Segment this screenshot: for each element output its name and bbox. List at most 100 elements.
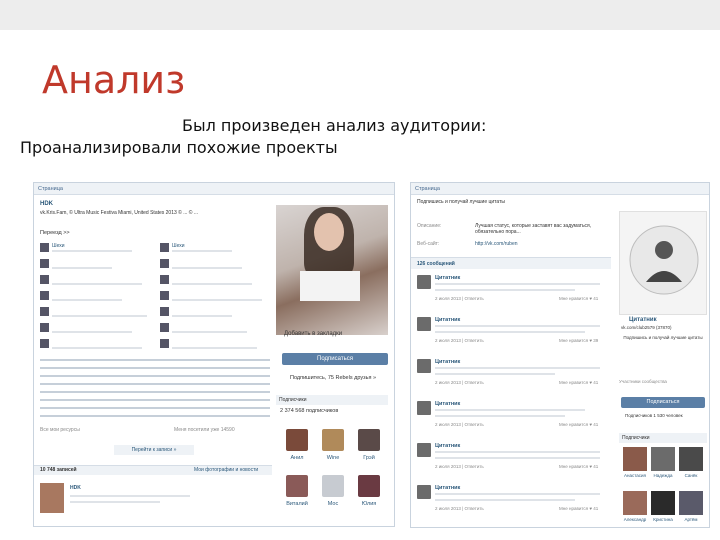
- subscriber-avatar[interactable]: [358, 475, 380, 497]
- feed-avatar[interactable]: [160, 323, 169, 332]
- post-likes[interactable]: Мне нравится ♥ 39: [559, 338, 598, 343]
- post-avatar[interactable]: [417, 317, 431, 331]
- post-title[interactable]: Цитатник: [435, 401, 460, 407]
- subscriber-name[interactable]: Грэй: [354, 455, 384, 461]
- list-band: [40, 407, 270, 409]
- side-count: Подписчиков 1 530 человек: [625, 413, 683, 418]
- subscriber-avatar[interactable]: [322, 429, 344, 451]
- community-label: Участники сообщества: [619, 379, 667, 384]
- member-name[interactable]: Артём: [676, 517, 706, 522]
- subscriber-avatar[interactable]: [358, 429, 380, 451]
- subscriber-name[interactable]: Мос: [318, 501, 348, 507]
- feed-avatar[interactable]: [40, 339, 49, 348]
- slide-top-bar: [0, 0, 720, 30]
- footer-resources[interactable]: Все мои ресурсы: [40, 427, 80, 433]
- footer-stats: Меня посетили уже 14590: [174, 427, 235, 433]
- member-name[interactable]: Александр: [620, 517, 650, 522]
- side-subscribe-button[interactable]: Подписаться: [621, 397, 705, 408]
- post-title[interactable]: Цитатник: [435, 485, 460, 491]
- wall-count: 10 748 записей: [40, 467, 77, 473]
- member-name[interactable]: Надежда: [648, 473, 678, 478]
- member-avatar[interactable]: [623, 447, 647, 471]
- post-likes[interactable]: Мне нравится ♥ 41: [559, 422, 598, 427]
- group-avatar-icon: [629, 225, 699, 295]
- post-likes[interactable]: Мне нравится ♥ 41: [559, 506, 598, 511]
- member-name[interactable]: Анастасия: [620, 473, 650, 478]
- post-likes[interactable]: Мне нравится ♥ 41: [559, 296, 598, 301]
- feed-avatar[interactable]: [40, 243, 49, 252]
- post-date[interactable]: 2 июля 2013 | Ответить: [435, 338, 484, 343]
- member-avatar[interactable]: [623, 491, 647, 515]
- post-avatar[interactable]: [40, 483, 64, 513]
- post-avatar[interactable]: [417, 443, 431, 457]
- say-hello-link[interactable]: Переезд >>: [40, 230, 70, 236]
- wall-link[interactable]: Мои фотографии и новости: [194, 467, 258, 473]
- photo-face: [314, 213, 344, 251]
- subscriber-name[interactable]: Виталий: [282, 501, 312, 507]
- profile-photo[interactable]: [276, 205, 388, 335]
- post-date[interactable]: 2 июля 2013 | Ответить: [435, 380, 484, 385]
- post-avatar[interactable]: [417, 275, 431, 289]
- more-posts-button[interactable]: Перейти к записи »: [114, 445, 194, 455]
- post-date[interactable]: 2 июля 2013 | Ответить: [435, 296, 484, 301]
- feed-avatar[interactable]: [40, 323, 49, 332]
- post-text: [70, 501, 160, 503]
- member-avatar[interactable]: [679, 491, 703, 515]
- subscriber-name[interactable]: Юлия: [354, 501, 384, 507]
- post-author[interactable]: HDK: [70, 485, 81, 491]
- post-date[interactable]: 2 июля 2013 | Ответить: [435, 422, 484, 427]
- subscribe-button[interactable]: Подписаться: [282, 353, 388, 365]
- subscriber-avatar[interactable]: [322, 475, 344, 497]
- member-name[interactable]: Санёк: [676, 473, 706, 478]
- list-band: [40, 415, 270, 417]
- feed-avatar[interactable]: [40, 259, 49, 268]
- feed-text: [52, 299, 122, 301]
- feed-avatar[interactable]: [160, 259, 169, 268]
- group-avatar-frame[interactable]: [619, 211, 707, 315]
- feed-avatar[interactable]: [160, 291, 169, 300]
- post-avatar[interactable]: [417, 359, 431, 373]
- feed-text: [52, 267, 112, 269]
- post-title[interactable]: Цитатник: [435, 275, 460, 281]
- page-name[interactable]: HDK: [40, 201, 53, 207]
- add-bookmark-link[interactable]: Добавить в закладки: [284, 331, 342, 337]
- subscriber-avatar[interactable]: [286, 429, 308, 451]
- slide-subtitle-audience: Был произведен анализ аудитории:: [182, 116, 487, 135]
- post-text: [70, 495, 190, 497]
- feed-avatar[interactable]: [160, 275, 169, 284]
- subscriber-avatar[interactable]: [286, 475, 308, 497]
- description-label: Описание:: [417, 223, 442, 229]
- post-text: [435, 367, 600, 369]
- feed-avatar[interactable]: [40, 307, 49, 316]
- subscriber-name[interactable]: Wine: [318, 455, 348, 461]
- feed-text: [52, 331, 132, 333]
- members-label[interactable]: Подписчики: [619, 433, 707, 443]
- post-likes[interactable]: Мне нравится ♥ 41: [559, 380, 598, 385]
- feed-avatar[interactable]: [160, 339, 169, 348]
- subscribers-label[interactable]: Подписчики: [276, 395, 388, 405]
- feed-avatar[interactable]: [40, 275, 49, 284]
- post-title[interactable]: Цитатник: [435, 359, 460, 365]
- group-url[interactable]: vk.com/club2579 (37870): [621, 325, 672, 330]
- subscriber-name[interactable]: Анил: [282, 455, 312, 461]
- post-date[interactable]: 2 июля 2013 | Ответить: [435, 464, 484, 469]
- feed-author[interactable]: Шехи: [52, 243, 65, 249]
- post-avatar[interactable]: [417, 401, 431, 415]
- post-date[interactable]: 2 июля 2013 | Ответить: [435, 506, 484, 511]
- feed-author[interactable]: Шехи: [172, 243, 185, 249]
- feed-avatar[interactable]: [40, 291, 49, 300]
- member-avatar[interactable]: [651, 491, 675, 515]
- feed-avatar[interactable]: [160, 243, 169, 252]
- member-avatar[interactable]: [679, 447, 703, 471]
- list-band: [40, 375, 270, 377]
- member-avatar[interactable]: [651, 447, 675, 471]
- website-link[interactable]: http://vk.com/ruben: [475, 241, 518, 247]
- feed-text: [172, 315, 232, 317]
- post-likes[interactable]: Мне нравится ♥ 41: [559, 464, 598, 469]
- subscribe-prompt: Подпишись и получай лучшие цитаты: [417, 199, 505, 205]
- post-avatar[interactable]: [417, 485, 431, 499]
- post-title[interactable]: Цитатник: [435, 317, 460, 323]
- post-title[interactable]: Цитатник: [435, 443, 460, 449]
- member-name[interactable]: Кристина: [648, 517, 678, 522]
- feed-avatar[interactable]: [160, 307, 169, 316]
